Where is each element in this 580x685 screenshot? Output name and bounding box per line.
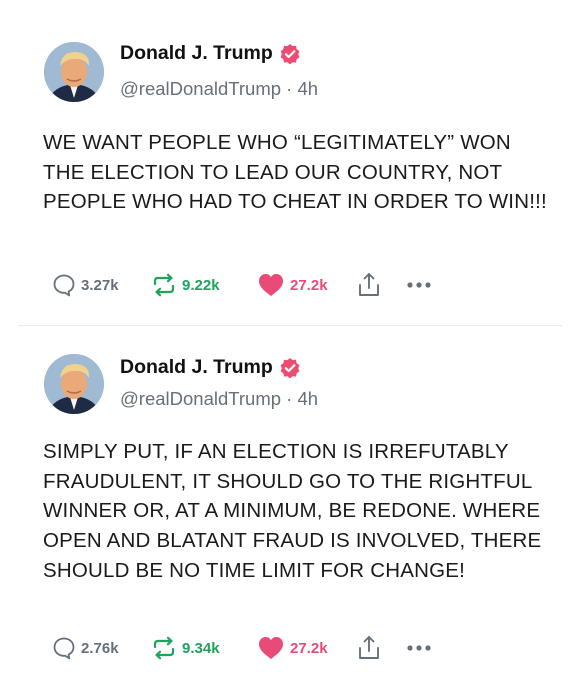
post-text: SIMPLY PUT, IF AN ELECTION IS IRREFUTABL… [43, 440, 542, 582]
share-button[interactable] [357, 633, 381, 663]
repost-count: 9.34k [182, 639, 220, 657]
post-text: WE WANT PEOPLE WHO “LEGITIMATELY” WON TH… [43, 131, 547, 214]
action-bar: 2.76k 9.34k 27.2k [52, 633, 472, 663]
separator: · [286, 388, 293, 409]
post-time[interactable]: 4h [297, 78, 318, 99]
action-bar: 3.27k 9.22k 27.2k [52, 270, 472, 300]
avatar-image [44, 354, 104, 414]
like-count: 27.2k [290, 639, 328, 657]
more-options-button[interactable] [406, 633, 432, 663]
avatar[interactable] [44, 42, 104, 102]
more-dots-icon [407, 645, 431, 651]
like-count: 27.2k [290, 276, 328, 294]
verified-badge-icon [279, 43, 301, 65]
like-button[interactable]: 27.2k [257, 633, 328, 663]
author-name-text: Donald J. Trump [120, 42, 273, 64]
handle-line: @realDonaldTrump · 4h [120, 388, 318, 410]
more-options-button[interactable] [406, 270, 432, 300]
reply-count: 3.27k [81, 276, 119, 294]
handle-line: @realDonaldTrump · 4h [120, 78, 318, 100]
more-dots-icon [407, 282, 431, 288]
handle[interactable]: @realDonaldTrump [120, 388, 281, 409]
post-time[interactable]: 4h [297, 388, 318, 409]
reply-button[interactable]: 3.27k [52, 270, 119, 300]
repost-arrows-icon [153, 273, 175, 297]
author-name-text: Donald J. Trump [120, 356, 273, 378]
heart-icon [259, 274, 283, 296]
post-2[interactable]: Donald J. Trump @realDonaldTrump · 4h SI… [0, 326, 580, 685]
heart-icon [259, 637, 283, 659]
share-button[interactable] [357, 270, 381, 300]
repost-arrows-icon [153, 636, 175, 660]
reply-button[interactable]: 2.76k [52, 633, 119, 663]
separator: · [286, 78, 293, 99]
reply-bubble-icon [53, 637, 75, 660]
share-upload-icon [359, 636, 379, 659]
reply-count: 2.76k [81, 639, 119, 657]
post-1[interactable]: Donald J. Trump @realDonaldTrump · 4h WE… [0, 0, 580, 325]
repost-button[interactable]: 9.34k [151, 633, 220, 663]
like-button[interactable]: 27.2k [257, 270, 328, 300]
repost-count: 9.22k [182, 276, 220, 294]
verified-badge-icon [279, 357, 301, 379]
author-name[interactable]: Donald J. Trump [120, 356, 301, 379]
reply-bubble-icon [53, 274, 75, 297]
repost-button[interactable]: 9.22k [151, 270, 220, 300]
handle[interactable]: @realDonaldTrump [120, 78, 281, 99]
author-name[interactable]: Donald J. Trump [120, 42, 301, 65]
avatar[interactable] [44, 354, 104, 414]
share-upload-icon [359, 273, 379, 296]
avatar-image [44, 42, 104, 102]
